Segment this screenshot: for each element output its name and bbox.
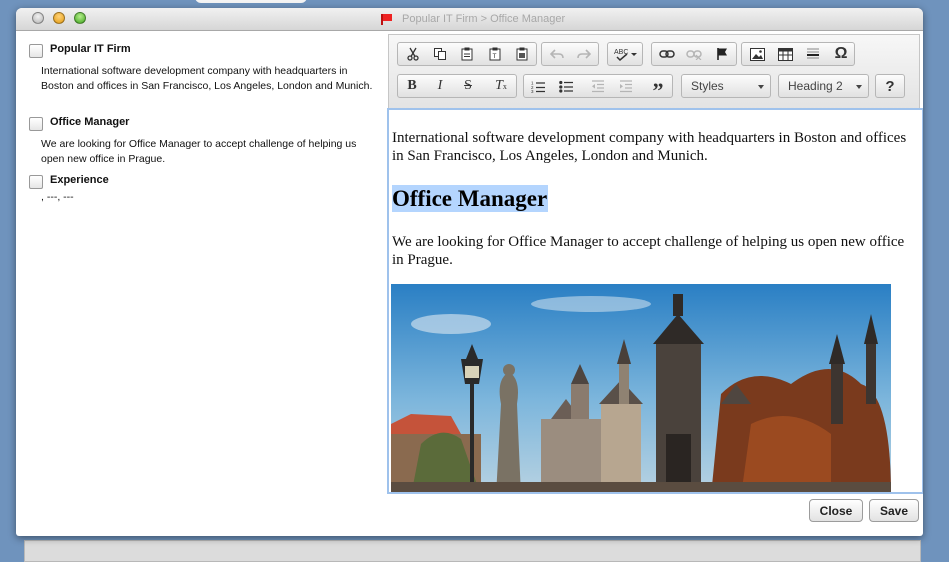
spellcheck-group: ABC <box>607 42 643 66</box>
outdent-icon[interactable] <box>585 76 611 96</box>
help-button[interactable]: ? <box>877 76 903 96</box>
table-icon[interactable] <box>772 44 798 64</box>
anchor-icon[interactable] <box>709 44 735 64</box>
chevron-down-icon <box>856 85 862 89</box>
editor-heading[interactable]: Office Manager <box>392 185 549 212</box>
section-description: We are looking for Office Manager to acc… <box>41 138 357 165</box>
styles-label: Styles <box>691 79 724 93</box>
copy-icon[interactable] <box>427 44 453 64</box>
close-window-button[interactable] <box>32 12 44 24</box>
text-style-group: B I S Tx <box>397 74 517 98</box>
blockquote-icon[interactable]: ” <box>645 76 671 103</box>
dialog-window: Popular IT Firm > Office Manager Popular… <box>16 8 923 536</box>
window-title: Popular IT Firm > Office Manager <box>402 13 566 25</box>
section-checkbox[interactable] <box>29 117 43 131</box>
section-description: , ---, --- <box>41 191 74 203</box>
close-button[interactable]: Close <box>809 499 863 522</box>
background-panel <box>24 540 921 562</box>
bold-icon[interactable]: B <box>399 76 425 96</box>
editor-paragraph[interactable]: International software development compa… <box>392 129 912 165</box>
undo-icon[interactable] <box>544 44 570 64</box>
paste-icon[interactable] <box>454 44 480 64</box>
prague-photo[interactable] <box>391 284 891 492</box>
format-dropdown[interactable]: Heading 2 <box>778 74 869 98</box>
minimize-window-button[interactable] <box>53 12 65 24</box>
title-bar[interactable]: Popular IT Firm > Office Manager <box>16 8 923 31</box>
spellcheck-icon[interactable]: ABC <box>610 44 642 64</box>
save-button[interactable]: Save <box>869 499 919 522</box>
editor-paragraph[interactable]: We are looking for Office Manager to acc… <box>392 233 912 269</box>
unlink-icon[interactable] <box>681 44 707 64</box>
numbered-list-icon[interactable]: 123 <box>525 76 551 96</box>
indent-icon[interactable] <box>613 76 639 96</box>
editor-content-area[interactable]: International software development compa… <box>387 108 923 494</box>
history-group <box>541 42 599 66</box>
section-title: Experience <box>50 174 109 186</box>
image-icon[interactable] <box>744 44 770 64</box>
insert-group: Ω <box>741 42 855 66</box>
link-icon[interactable] <box>654 44 680 64</box>
cut-icon[interactable] <box>400 44 426 64</box>
format-label: Heading 2 <box>788 79 843 93</box>
special-char-icon[interactable]: Ω <box>828 44 854 64</box>
section-description: International software development compa… <box>41 65 373 92</box>
remove-format-icon[interactable]: Tx <box>488 76 514 96</box>
paste-text-icon[interactable]: T <box>482 44 508 64</box>
section-checkbox[interactable] <box>29 44 43 58</box>
section-title: Office Manager <box>50 116 130 128</box>
strike-icon[interactable]: S <box>455 76 481 96</box>
help-group: ? <box>875 74 905 98</box>
svg-text:3: 3 <box>531 89 534 93</box>
flag-icon <box>381 14 392 25</box>
styles-dropdown[interactable]: Styles <box>681 74 771 98</box>
chevron-down-icon <box>758 85 764 89</box>
horizontal-line-icon[interactable] <box>800 44 826 64</box>
link-group <box>651 42 737 66</box>
background-window-tab <box>195 0 307 3</box>
editor-toolbar: T ABC Ω B I S T x 1 2 3 ” Styles Heading… <box>388 34 920 110</box>
bulleted-list-icon[interactable] <box>553 76 579 96</box>
section-title: Popular IT Firm <box>50 43 131 55</box>
italic-icon[interactable]: I <box>427 76 453 96</box>
paragraph-group: 123 ” <box>523 74 673 103</box>
svg-text:T: T <box>493 53 497 60</box>
section-checkbox[interactable] <box>29 175 43 189</box>
redo-icon[interactable] <box>571 44 597 64</box>
paste-word-icon[interactable] <box>509 44 535 64</box>
clipboard-group: T <box>397 42 537 66</box>
maximize-window-button[interactable] <box>74 12 86 24</box>
